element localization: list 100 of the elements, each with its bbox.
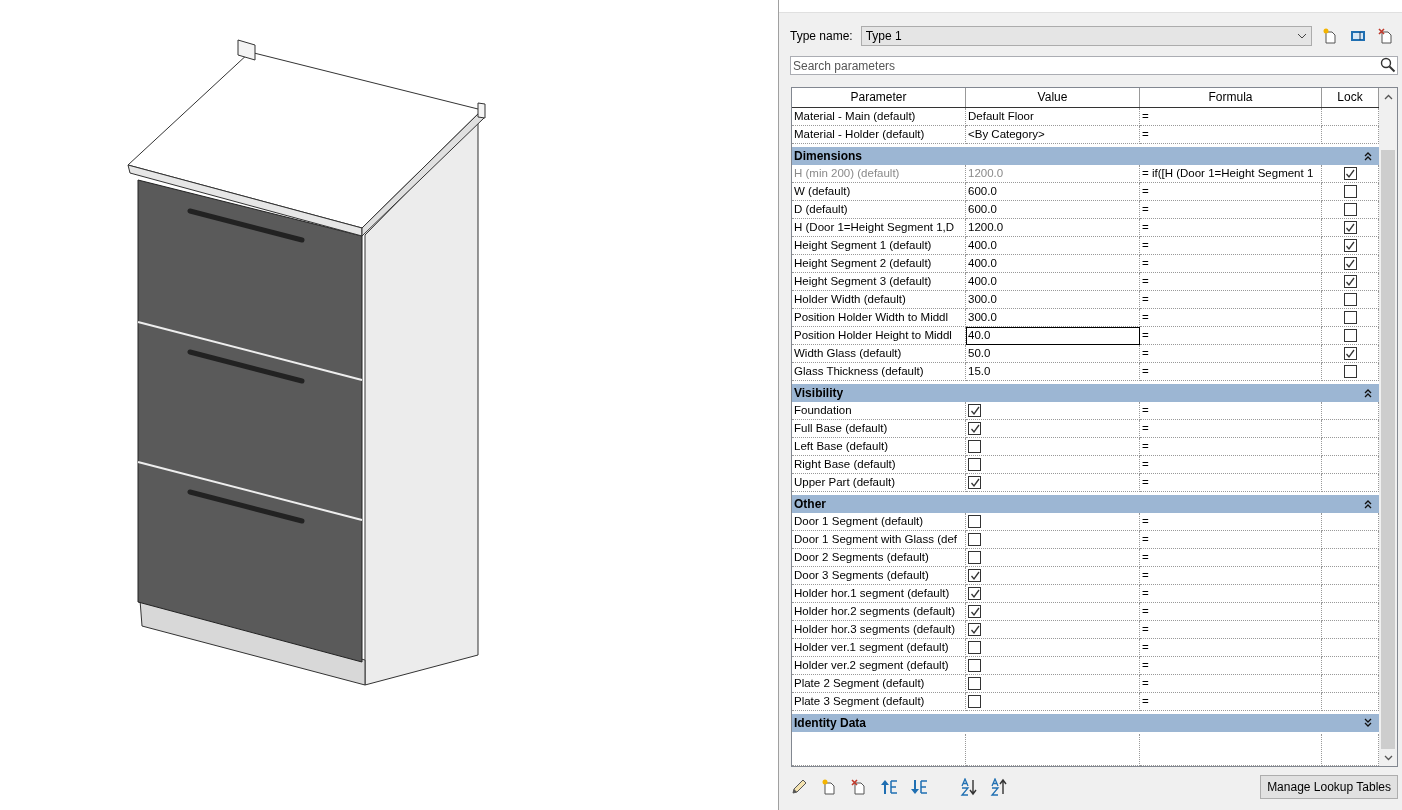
- parameter-cell: Holder hor.2 segments (default): [792, 603, 966, 621]
- formula-cell: =: [1140, 309, 1322, 327]
- parameter-cell: Holder hor.1 segment (default): [792, 585, 966, 603]
- value-cell[interactable]: 15.0: [966, 363, 1140, 381]
- parameter-cell: Height Segment 1 (default): [792, 237, 966, 255]
- collapse-icon: [1363, 499, 1373, 509]
- lock-checkbox[interactable]: [1343, 221, 1357, 234]
- checkbox[interactable]: [968, 440, 981, 453]
- parameter-cell: Door 2 Segments (default): [792, 549, 966, 567]
- caret-icon: [1297, 33, 1307, 39]
- parameter-cell: Width Glass (default): [792, 345, 966, 363]
- search-icon[interactable]: [1380, 57, 1396, 73]
- checkbox[interactable]: [968, 659, 981, 672]
- value-cell[interactable]: 600.0: [966, 201, 1140, 219]
- type-name-dropdown[interactable]: Type 1: [860, 26, 1312, 46]
- new-document-icon: [821, 779, 837, 795]
- lock-checkbox[interactable]: [1343, 347, 1357, 360]
- lock-checkbox[interactable]: [1343, 311, 1357, 324]
- parameter-cell: Holder Width (default): [792, 291, 966, 309]
- lock-checkbox[interactable]: [1343, 257, 1357, 270]
- formula-cell: =: [1140, 237, 1322, 255]
- parameter-cell: H (Door 1=Height Segment 1,D: [792, 219, 966, 237]
- search-field[interactable]: Search parameters: [790, 56, 1398, 75]
- group-header[interactable]: Visibility: [792, 384, 1379, 402]
- lock-checkbox[interactable]: [1343, 239, 1357, 252]
- lock-checkbox[interactable]: [1343, 329, 1357, 342]
- checkbox[interactable]: [968, 569, 981, 582]
- checkbox[interactable]: [968, 458, 981, 471]
- parameter-cell: Full Base (default): [792, 420, 966, 438]
- checkbox[interactable]: [968, 677, 981, 690]
- value-cell[interactable]: 300.0: [966, 309, 1140, 327]
- pencil-icon: [790, 778, 808, 796]
- parameter-cell: Door 1 Segment (default): [792, 513, 966, 531]
- formula-cell: =: [1140, 603, 1322, 621]
- formula-cell: =: [1140, 438, 1322, 456]
- parameter-cell: Holder ver.2 segment (default): [792, 657, 966, 675]
- sort-ascending-icon: [960, 778, 978, 796]
- lock-checkbox[interactable]: [1343, 275, 1357, 288]
- move-up-button[interactable]: [879, 777, 899, 797]
- value-cell[interactable]: 400.0: [966, 273, 1140, 291]
- lock-checkbox[interactable]: [1343, 185, 1357, 198]
- checkbox[interactable]: [968, 695, 981, 708]
- group-header[interactable]: Dimensions: [792, 147, 1379, 165]
- checkbox[interactable]: [968, 422, 981, 435]
- checkbox[interactable]: [968, 515, 981, 528]
- value-field[interactable]: 40.0: [966, 327, 1140, 345]
- value-cell[interactable]: 400.0: [966, 255, 1140, 273]
- checkbox[interactable]: [968, 605, 981, 618]
- checkbox[interactable]: [968, 551, 981, 564]
- group-header[interactable]: Identity Data: [792, 714, 1379, 732]
- chevron-up-icon: [1383, 93, 1393, 100]
- formula-cell: = if([H (Door 1=Height Segment 1: [1140, 165, 1322, 183]
- text-box-icon: [1350, 28, 1366, 44]
- parameter-cell: Material - Holder (default): [792, 126, 966, 144]
- sort-descending-button[interactable]: [989, 777, 1009, 797]
- formula-cell: =: [1140, 420, 1322, 438]
- formula-cell: =: [1140, 345, 1322, 363]
- group-header[interactable]: Other: [792, 495, 1379, 513]
- formula-cell: =: [1140, 327, 1322, 345]
- value-cell[interactable]: 300.0: [966, 291, 1140, 309]
- formula-cell: =: [1140, 693, 1322, 711]
- parameter-cell: Position Holder Height to Middl: [792, 327, 966, 345]
- parameter-cell: Door 1 Segment with Glass (def: [792, 531, 966, 549]
- column-header[interactable]: Value: [966, 88, 1140, 107]
- column-header[interactable]: Formula: [1140, 88, 1322, 107]
- value-cell[interactable]: <By Category>: [966, 126, 1140, 144]
- formula-cell: =: [1140, 621, 1322, 639]
- value-cell[interactable]: Default Floor: [966, 108, 1140, 126]
- sort-ascending-button[interactable]: [959, 777, 979, 797]
- checkbox[interactable]: [968, 476, 981, 489]
- checkbox[interactable]: [968, 533, 981, 546]
- parameter-cell: Position Holder Width to Middl: [792, 309, 966, 327]
- new-document-icon: [1322, 28, 1338, 44]
- formula-cell: =: [1140, 456, 1322, 474]
- edit-parameter-button[interactable]: [789, 777, 809, 797]
- lock-checkbox[interactable]: [1343, 203, 1357, 216]
- scrollbar-thumb[interactable]: [1381, 150, 1395, 749]
- delete-document-icon: [851, 779, 867, 795]
- column-header[interactable]: Parameter: [792, 88, 966, 107]
- checkbox[interactable]: [968, 623, 981, 636]
- checkbox[interactable]: [968, 641, 981, 654]
- lock-checkbox[interactable]: [1343, 365, 1357, 378]
- formula-cell: =: [1140, 549, 1322, 567]
- lock-checkbox[interactable]: [1343, 293, 1357, 306]
- parameter-cell: Left Base (default): [792, 438, 966, 456]
- formula-cell: =: [1140, 291, 1322, 309]
- value-cell[interactable]: 600.0: [966, 183, 1140, 201]
- parameter-cell: Height Segment 3 (default): [792, 273, 966, 291]
- formula-cell: =: [1140, 513, 1322, 531]
- formula-cell: =: [1140, 201, 1322, 219]
- value-cell[interactable]: 50.0: [966, 345, 1140, 363]
- checkbox[interactable]: [968, 404, 981, 417]
- formula-cell: =: [1140, 531, 1322, 549]
- manage-lookup-tables-button[interactable]: Manage Lookup Tables: [1260, 775, 1398, 799]
- value-cell[interactable]: 400.0: [966, 237, 1140, 255]
- checkbox[interactable]: [968, 587, 981, 600]
- parameter-cell: Height Segment 2 (default): [792, 255, 966, 273]
- value-cell[interactable]: 1200.0: [966, 219, 1140, 237]
- parameter-cell: H (min 200) (default): [792, 165, 966, 183]
- move-down-button[interactable]: [909, 777, 929, 797]
